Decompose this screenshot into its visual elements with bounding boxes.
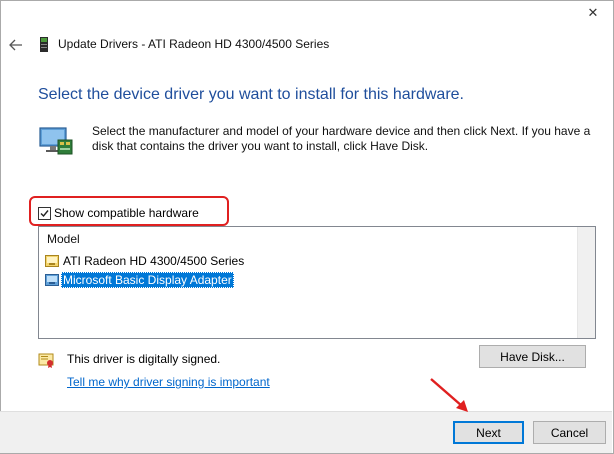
monitor-hardware-icon <box>39 127 73 155</box>
driver-package-icon <box>45 255 59 267</box>
close-icon: ✕ <box>587 5 599 20</box>
page-heading: Select the device driver you want to ins… <box>38 86 464 103</box>
list-item-label: ATI Radeon HD 4300/4500 Series <box>63 254 245 268</box>
close-button[interactable]: ✕ <box>574 0 612 26</box>
list-item-ati-radeon[interactable]: ATI Radeon HD 4300/4500 Series <box>45 252 246 270</box>
driver-signing-info-link[interactable]: Tell me why driver signing is important <box>67 375 270 389</box>
certificate-icon <box>38 353 54 368</box>
driver-package-icon <box>45 274 59 286</box>
model-list-scrollbar[interactable] <box>577 227 595 338</box>
back-arrow-icon <box>9 39 22 51</box>
model-list[interactable]: Model ATI Radeon HD 4300/4500 Series Mic… <box>38 226 596 339</box>
instructions-text: Select the manufacturer and model of you… <box>92 124 591 153</box>
have-disk-button[interactable]: Have Disk... <box>479 345 586 368</box>
list-item-microsoft-basic-display[interactable]: Microsoft Basic Display Adapter <box>45 271 234 289</box>
model-column-header: Model <box>47 232 80 246</box>
back-button[interactable] <box>6 34 26 56</box>
display-adapter-icon <box>40 37 48 52</box>
signature-status-text: This driver is digitally signed. <box>67 352 221 366</box>
window-title: Update Drivers - ATI Radeon HD 4300/4500… <box>58 37 330 51</box>
cancel-button[interactable]: Cancel <box>533 421 606 444</box>
red-arrow-icon <box>430 378 468 412</box>
next-button[interactable]: Next <box>453 421 524 444</box>
annotation-highlight-box <box>29 196 229 226</box>
list-item-label: Microsoft Basic Display Adapter <box>61 272 234 288</box>
